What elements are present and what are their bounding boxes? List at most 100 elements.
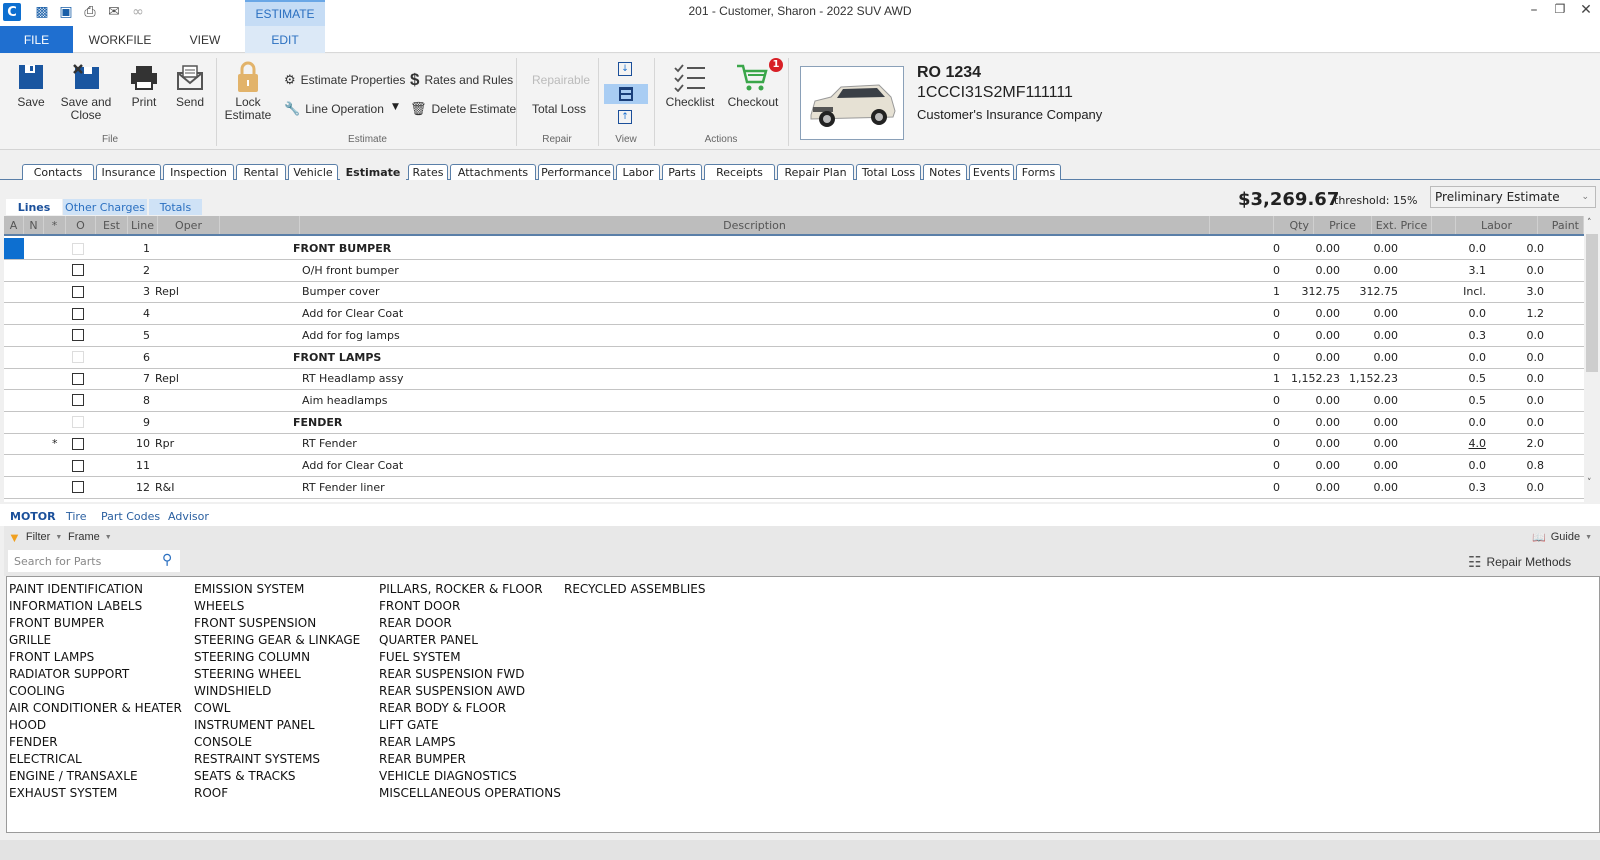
- view-split-button[interactable]: [604, 84, 648, 104]
- col-qty[interactable]: Qty: [1274, 216, 1314, 234]
- table-row[interactable]: 2 O/H front bumper 0 0.00 0.00 3.1 0.0: [4, 260, 1584, 282]
- table-row[interactable]: 11 Add for Clear Coat 0 0.00 0.00 0.0 0.…: [4, 455, 1584, 477]
- row-checkbox[interactable]: [72, 481, 84, 494]
- line-operation-dropdown-icon[interactable]: ▼: [392, 102, 399, 112]
- frame-button[interactable]: Frame ▼: [68, 527, 112, 547]
- table-row[interactable]: 4 Add for Clear Coat 0 0.00 0.00 0.0 1.2: [4, 303, 1584, 326]
- subtab-lines[interactable]: Lines: [6, 199, 62, 215]
- tab-receipts[interactable]: Receipts: [704, 164, 775, 180]
- col-est[interactable]: Est: [96, 216, 128, 234]
- parts-category-item[interactable]: REAR SUSPENSION FWD: [379, 666, 561, 683]
- table-row[interactable]: 1 FRONT BUMPER 0 0.00 0.00 0.0 0.0: [4, 238, 1584, 260]
- table-row[interactable]: 7 Repl RT Headlamp assy 1 1,152.23 1,152…: [4, 368, 1584, 391]
- parts-category-item[interactable]: STEERING WHEEL: [194, 666, 360, 683]
- tab-estimate[interactable]: Estimate: [340, 164, 406, 181]
- col-star[interactable]: *: [44, 216, 66, 234]
- col-n[interactable]: N: [24, 216, 44, 234]
- col-ext-price[interactable]: Ext. Price: [1372, 216, 1432, 234]
- menu-view[interactable]: VIEW: [170, 26, 240, 53]
- send-button[interactable]: Send: [170, 58, 210, 109]
- filter-button[interactable]: ▼ Filter ▼: [8, 527, 62, 547]
- save-button[interactable]: Save: [10, 58, 52, 109]
- parts-category-item[interactable]: COWL: [194, 700, 360, 717]
- rates-and-rules-button[interactable]: $ Rates and Rules: [410, 70, 513, 90]
- repairable-button[interactable]: Repairable: [532, 70, 590, 90]
- save-and-close-button[interactable]: Save and Close: [58, 58, 114, 122]
- col-line[interactable]: Line: [128, 216, 158, 234]
- row-checkbox[interactable]: [72, 264, 84, 277]
- bottom-tab-motor[interactable]: MOTOR: [10, 508, 56, 524]
- estimate-status-select[interactable]: Preliminary Estimate ⌄: [1430, 186, 1596, 208]
- subtab-other-charges[interactable]: Other Charges: [63, 199, 147, 215]
- parts-category-item[interactable]: QUARTER PANEL: [379, 632, 561, 649]
- tab-forms[interactable]: Forms: [1016, 164, 1061, 180]
- parts-category-item[interactable]: RADIATOR SUPPORT: [9, 666, 182, 683]
- parts-category-item[interactable]: ELECTRICAL: [9, 751, 182, 768]
- scroll-thumb[interactable]: [1586, 234, 1598, 372]
- print-button[interactable]: Print: [124, 58, 164, 109]
- tab-events[interactable]: Events: [969, 164, 1014, 180]
- tab-total-loss[interactable]: Total Loss: [856, 164, 921, 180]
- scroll-down-icon[interactable]: ˅: [1587, 478, 1592, 488]
- tab-inspection[interactable]: Inspection: [163, 164, 234, 180]
- menu-file[interactable]: FILE: [0, 26, 73, 53]
- parts-category-item[interactable]: REAR BODY & FLOOR: [379, 700, 561, 717]
- parts-category-item[interactable]: SEATS & TRACKS: [194, 768, 360, 785]
- estimate-properties-button[interactable]: ⚙ Estimate Properties: [284, 70, 405, 90]
- table-row[interactable]: 5 Add for fog lamps 0 0.00 0.00 0.3 0.0: [4, 325, 1584, 347]
- tab-vehicle[interactable]: Vehicle: [288, 164, 338, 180]
- tab-rental[interactable]: Rental: [236, 164, 286, 180]
- line-operation-button[interactable]: 🔧 Line Operation: [284, 99, 384, 119]
- row-checkbox[interactable]: [72, 416, 84, 429]
- parts-category-item[interactable]: ENGINE / TRANSAXLE: [9, 768, 182, 785]
- parts-category-item[interactable]: REAR DOOR: [379, 615, 561, 632]
- bottom-tab-tire[interactable]: Tire: [66, 508, 87, 524]
- table-row[interactable]: 12 R&I RT Fender liner 0 0.00 0.00 0.3 0…: [4, 477, 1584, 499]
- tab-rates[interactable]: Rates: [408, 164, 448, 180]
- row-checkbox[interactable]: [72, 372, 84, 385]
- tab-insurance[interactable]: Insurance: [96, 164, 161, 180]
- row-labor[interactable]: 4.0: [1444, 433, 1487, 454]
- row-checkbox[interactable]: [72, 351, 84, 363]
- row-selector[interactable]: [4, 238, 24, 259]
- table-row[interactable]: 8 Aim headlamps 0 0.00 0.00 0.5 0.0: [4, 390, 1584, 412]
- parts-category-item[interactable]: FRONT DOOR: [379, 598, 561, 615]
- parts-category-item[interactable]: GRILLE: [9, 632, 182, 649]
- row-checkbox[interactable]: [72, 329, 84, 342]
- parts-category-item[interactable]: MISCELLANEOUS OPERATIONS: [379, 785, 561, 802]
- menu-workfile[interactable]: WORKFILE: [80, 26, 160, 53]
- parts-category-item[interactable]: COOLING: [9, 683, 182, 700]
- bottom-tab-part-codes[interactable]: Part Codes: [101, 508, 160, 524]
- parts-category-item[interactable]: WHEELS: [194, 598, 360, 615]
- tab-performance[interactable]: Performance: [538, 164, 614, 180]
- parts-category-item[interactable]: REAR LAMPS: [379, 734, 561, 751]
- row-checkbox[interactable]: [72, 242, 84, 255]
- repair-methods-button[interactable]: ☷ Repair Methods: [1468, 552, 1571, 572]
- parts-category-item[interactable]: FRONT BUMPER: [9, 615, 182, 632]
- col-oper[interactable]: Oper: [158, 216, 220, 234]
- col-labor[interactable]: Labor: [1456, 216, 1538, 234]
- table-row[interactable]: * 10 Rpr RT Fender 0 0.00 0.00 4.0 2.0: [4, 433, 1584, 456]
- bottom-tab-advisor[interactable]: Advisor: [168, 508, 209, 524]
- view-expand-down-icon[interactable]: ↓: [618, 62, 632, 76]
- parts-category-item[interactable]: EXHAUST SYSTEM: [9, 785, 182, 802]
- minimize-button[interactable]: –: [1522, 2, 1546, 18]
- parts-category-item[interactable]: FENDER: [9, 734, 182, 751]
- parts-category-item[interactable]: PILLARS, ROCKER & FLOOR: [379, 581, 561, 598]
- parts-category-item[interactable]: HOOD: [9, 717, 182, 734]
- table-row[interactable]: 6 FRONT LAMPS 0 0.00 0.00 0.0 0.0: [4, 347, 1584, 369]
- tab-contacts[interactable]: Contacts: [22, 164, 94, 180]
- row-checkbox[interactable]: [72, 285, 84, 298]
- search-parts-input[interactable]: Search for Parts: [8, 550, 180, 572]
- close-button[interactable]: ✕: [1574, 2, 1598, 18]
- col-a[interactable]: A: [4, 216, 24, 234]
- parts-category-item[interactable]: REAR SUSPENSION AWD: [379, 683, 561, 700]
- row-checkbox[interactable]: [72, 437, 84, 450]
- parts-category-item[interactable]: AIR CONDITIONER & HEATER: [9, 700, 182, 717]
- parts-category-item[interactable]: STEERING GEAR & LINKAGE: [194, 632, 360, 649]
- parts-category-item[interactable]: RECYCLED ASSEMBLIES: [564, 581, 706, 598]
- parts-category-item[interactable]: LIFT GATE: [379, 717, 561, 734]
- grid-scrollbar[interactable]: ˄ ˅: [1584, 216, 1600, 502]
- delete-estimate-button[interactable]: 🗑 Delete Estimate: [410, 99, 516, 119]
- parts-category-item[interactable]: STEERING COLUMN: [194, 649, 360, 666]
